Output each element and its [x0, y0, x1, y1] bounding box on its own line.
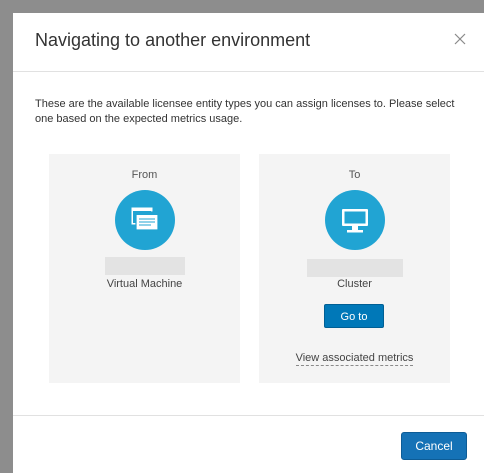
monitor-icon	[342, 209, 368, 233]
view-metrics-label: View associated metrics	[295, 352, 414, 366]
from-entity-type: Virtual Machine	[106, 278, 183, 290]
to-entity-type: Cluster	[337, 278, 372, 290]
close-icon	[454, 33, 466, 45]
dialog-footer: Cancel	[13, 415, 484, 473]
cancel-button[interactable]: Cancel	[401, 432, 467, 460]
virtual-machine-icon	[131, 207, 159, 231]
redacted-entity-name	[105, 257, 185, 275]
go-to-button[interactable]: Go to	[324, 304, 384, 328]
dialog-body: These are the available licensee entity …	[13, 72, 484, 415]
dialog-title: Navigating to another environment	[35, 30, 311, 50]
redacted-entity-name	[307, 259, 403, 277]
from-label: From	[131, 169, 158, 181]
dialog-header: Navigating to another environment	[13, 13, 484, 72]
dialog-description: These are the available licensee entity …	[35, 98, 455, 125]
close-button[interactable]	[450, 29, 470, 49]
virtual-machine-icon-circle	[115, 190, 175, 250]
navigation-dialog: Navigating to another environment These …	[13, 13, 484, 473]
monitor-icon-circle	[325, 190, 385, 250]
to-label: To	[348, 169, 361, 181]
view-associated-metrics-link[interactable]: View associated metrics	[259, 352, 450, 366]
to-card: To Cluster Go to View associated metrics	[259, 154, 450, 383]
from-card: From Virtual Machine	[49, 154, 240, 383]
